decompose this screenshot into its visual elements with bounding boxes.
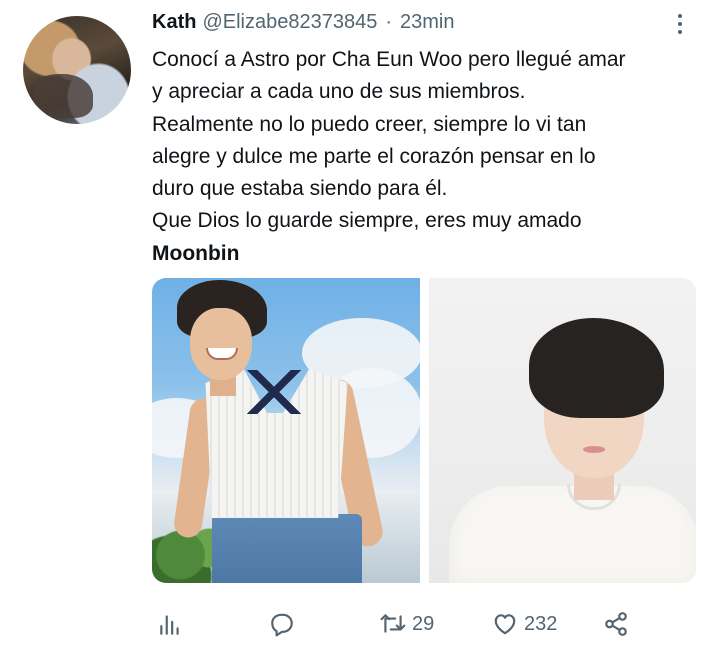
hair [528, 318, 664, 418]
share-nodes-icon [605, 612, 627, 636]
author-name[interactable]: Kath [152, 11, 196, 34]
tweet-text-line-bold: Moonbin [152, 241, 240, 265]
vertical-dots-icon-dot [678, 30, 682, 34]
analytics-button[interactable] [157, 606, 183, 642]
vertical-dots-icon [678, 14, 682, 18]
vertical-dots-icon-dot [678, 22, 682, 26]
eye [560, 408, 577, 413]
tweet-header: Kath @Elizabe82373845 · 23min [152, 11, 455, 37]
bar-chart-icon [160, 615, 179, 635]
eye [606, 408, 623, 413]
author-handle[interactable]: @Elizabe82373845 [202, 11, 377, 34]
avatar[interactable] [23, 16, 131, 124]
speech-bubble-icon [271, 613, 293, 637]
action-bar: 29 232 [152, 606, 696, 642]
tweet-text-line: Conocí a Astro por Cha Eun Woo pero lleg… [152, 48, 626, 71]
heart-icon [494, 614, 516, 635]
face [190, 308, 252, 380]
share-button[interactable] [603, 606, 629, 642]
tweet-text-line: Realmente no lo puedo creer, siempre lo … [152, 112, 587, 136]
more-options-button[interactable] [670, 10, 690, 38]
vest-stripe [232, 370, 316, 414]
tweet-text-line: y apreciar a cada uno de sus miembros. [152, 80, 526, 104]
tweet-text-line: duro que estaba siendo para él. [152, 177, 448, 201]
media-grid [152, 278, 696, 583]
retweet-arrows-icon [380, 614, 406, 633]
tweet-text: Conocí a Astro por Cha Eun Woo pero lleg… [152, 44, 697, 270]
photo-smiling-man-vest[interactable] [152, 278, 420, 583]
separator-dot: · [385, 11, 393, 33]
tweet[interactable]: Kath @Elizabe82373845 · 23min Conocí a A… [0, 0, 706, 651]
tweet-text-line: Que Dios lo guarde siempre, eres muy ama… [152, 209, 582, 233]
jeans [212, 514, 362, 583]
reply-button[interactable] [269, 606, 295, 642]
tweet-text-line: alegre y dulce me parte el corazón pensa… [152, 144, 596, 168]
like-button[interactable]: 232 [492, 606, 557, 642]
retweet-button[interactable]: 29 [380, 606, 434, 642]
timestamp[interactable]: 23min [400, 11, 454, 34]
photo-man-white-tshirt[interactable] [428, 278, 696, 583]
like-count: 232 [524, 612, 558, 635]
retweet-count: 29 [412, 612, 435, 635]
lips [582, 446, 605, 453]
